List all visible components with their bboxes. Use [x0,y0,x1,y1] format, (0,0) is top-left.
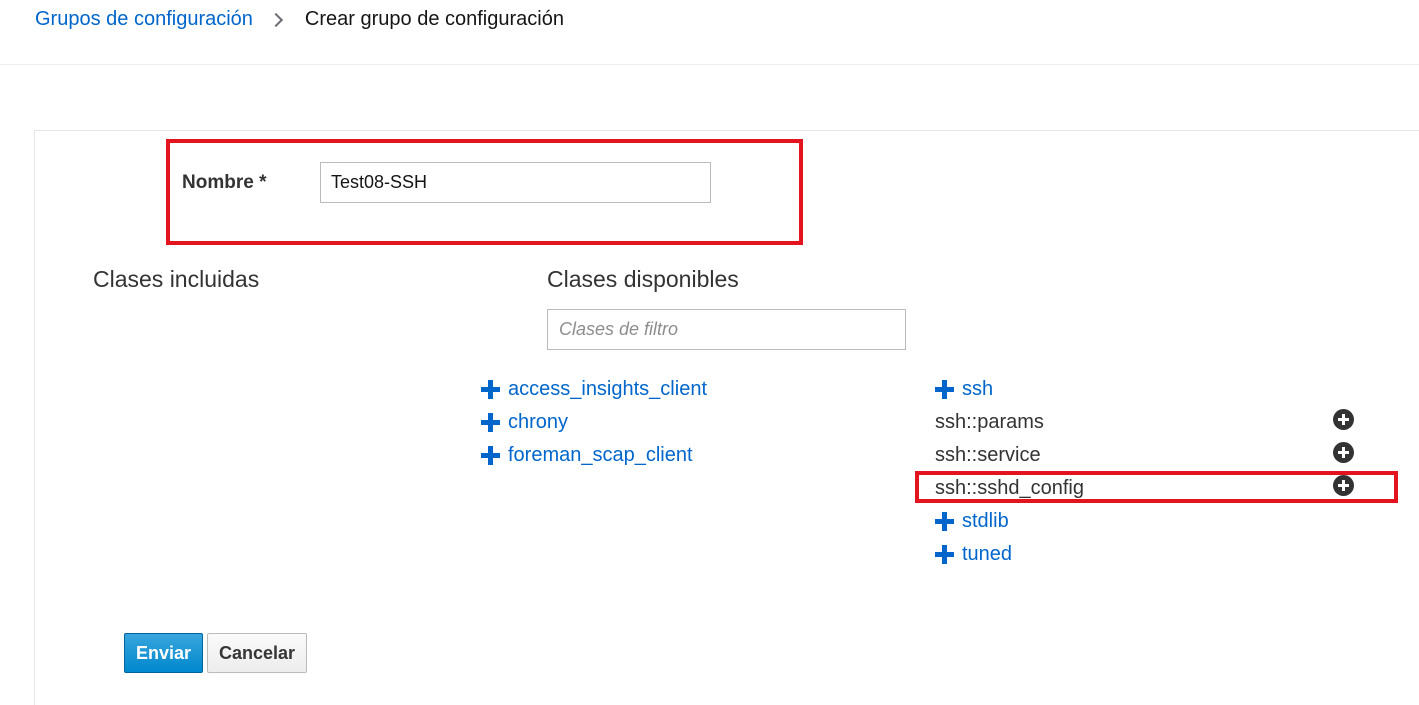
name-label: Nombre * [182,172,267,193]
submit-button[interactable]: Enviar [124,633,203,673]
class-label: chrony [508,411,569,433]
plus-icon [935,544,954,564]
available-classes-title: Clases disponibles [547,266,739,292]
add-ssh-sshd-config-icon[interactable] [1333,475,1354,496]
breadcrumb-current-page: Crear grupo de configuración [304,8,564,30]
plus-icon [935,511,954,531]
class-label: ssh [962,378,994,400]
plus-icon [481,445,500,465]
plus-icon [935,379,954,399]
header-divider [0,64,1419,65]
breadcrumb: Grupos de configuración Crear grupo de c… [35,6,564,32]
name-input[interactable] [320,162,711,203]
included-classes-title: Clases incluidas [93,266,260,292]
class-label: stdlib [962,510,1009,532]
class-item-tuned[interactable]: tuned [935,541,1012,567]
class-label: ssh::sshd_config [935,477,1084,499]
class-item-ssh[interactable]: ssh [935,376,993,402]
add-ssh-service-icon[interactable] [1333,442,1354,463]
class-filter-input[interactable] [547,309,906,350]
class-item-chrony[interactable]: chrony [481,409,568,435]
class-item-access-insights-client[interactable]: access_insights_client [481,376,707,402]
chevron-right-icon [268,12,283,28]
plus-icon [481,412,500,432]
class-label: foreman_scap_client [508,444,693,466]
class-item-ssh-service: ssh::service [935,442,1041,468]
breadcrumb-config-groups-link[interactable]: Grupos de configuración [35,6,253,32]
class-item-ssh-params: ssh::params [935,409,1044,435]
add-ssh-params-icon[interactable] [1333,409,1354,430]
cancel-button[interactable]: Cancelar [207,633,307,673]
class-item-ssh-sshd-config: ssh::sshd_config [935,475,1084,501]
class-label: ssh::params [935,411,1044,433]
page: Grupos de configuración Crear grupo de c… [0,0,1419,705]
plus-icon [481,379,500,399]
class-label: tuned [962,543,1013,565]
class-item-stdlib[interactable]: stdlib [935,508,1009,534]
class-item-foreman-scap-client[interactable]: foreman_scap_client [481,442,693,468]
class-label: access_insights_client [508,378,707,400]
class-label: ssh::service [935,444,1041,466]
